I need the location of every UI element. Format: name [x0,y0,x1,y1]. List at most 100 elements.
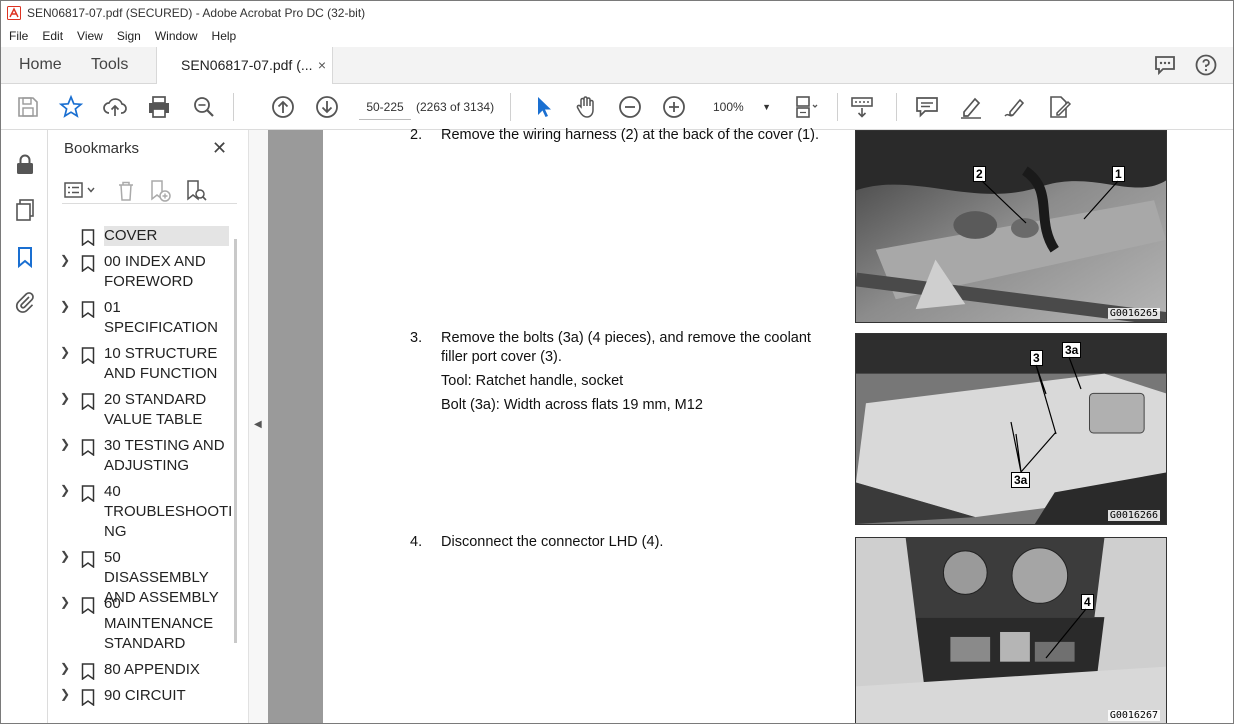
bookmark-label: 20 STANDARD VALUE TABLE [104,390,229,430]
chevron-right-icon[interactable]: ❯ [60,253,70,267]
bookmark-label-line: VALUE TABLE [104,411,203,428]
find-zoom-icon[interactable] [191,94,217,120]
close-panel-icon[interactable]: ✕ [212,138,227,159]
hand-tool-icon[interactable] [573,94,599,120]
bookmark-icon [81,393,95,410]
comment-icon[interactable] [914,94,940,120]
menu-edit[interactable]: Edit [34,29,69,43]
collapse-arrow-icon[interactable]: ◀ [254,419,262,430]
bookmark-icon [81,689,95,706]
pdf-page: 2. Remove the wiring harness (2) at the … [323,127,1233,723]
menu-view[interactable]: View [69,29,109,43]
title-bar: SEN06817-07.pdf (SECURED) - Adobe Acroba… [1,1,1233,25]
previous-page-icon[interactable] [270,94,296,120]
bookmark-options-icon[interactable] [64,180,98,200]
toolbar-separator [510,93,511,121]
panel-splitter[interactable]: ◀ [248,130,268,723]
step-text: Remove the bolts (3a) (4 pieces), and re… [441,329,841,415]
save-icon[interactable] [15,94,41,120]
bookmark-label: 40 TROUBLESHOOTI NG [104,482,233,542]
left-nav-pane [1,130,48,723]
chevron-right-icon[interactable]: ❯ [60,437,70,451]
tab-document-label: SEN06817-07.pdf (... [181,57,313,73]
page-thumbnails-icon[interactable] [13,198,37,222]
chevron-down-icon: ▼ [762,102,771,112]
bookmarks-toolbar [62,176,237,204]
help-icon[interactable] [1194,53,1218,77]
chevron-right-icon[interactable]: ❯ [60,549,70,563]
attachment-icon[interactable] [13,290,37,314]
new-bookmark-icon[interactable] [148,179,172,203]
step-line: Remove the bolts (3a) (4 pieces), and re… [441,330,811,365]
chevron-right-icon[interactable]: ❯ [60,391,70,405]
chevron-right-icon[interactable]: ❯ [60,687,70,701]
menu-file[interactable]: File [1,29,34,43]
menu-help[interactable]: Help [204,29,243,43]
bookmark-label-line: 10 STRUCTURE [104,345,218,362]
keyboard-scroll-icon[interactable] [849,94,875,120]
bookmark-label: 01 SPECIFICATION [104,298,229,338]
bookmark-label-line: NG [104,523,127,540]
highlight-pen-icon[interactable] [958,94,984,120]
figure-id: G0016265 [1107,308,1160,319]
bookmark-label: 80 APPENDIX [104,660,229,680]
chevron-right-icon[interactable]: ❯ [60,345,70,359]
zoom-in-icon[interactable] [661,94,687,120]
tab-home[interactable]: Home [19,47,62,83]
bookmarks-panel: Bookmarks ✕ COVER ❯ 00 INDEX AND FOREWORD ❯… [48,130,248,723]
document-viewer[interactable]: 2. Remove the wiring harness (2) at the … [268,127,1233,723]
toolbar-separator [233,93,234,121]
menu-sign[interactable]: Sign [109,29,147,43]
bookmark-icon [81,439,95,456]
draw-sign-icon[interactable] [1002,94,1028,120]
zoom-dropdown[interactable]: 100% ▼ [705,94,775,120]
chevron-right-icon[interactable]: ❯ [60,661,70,675]
bookmark-star-icon[interactable] [58,94,84,120]
zoom-out-icon[interactable] [617,94,643,120]
figure-id: G0016266 [1107,510,1160,521]
chevron-right-icon[interactable]: ❯ [60,299,70,313]
bookmark-label-line: 80 APPENDIX [104,661,200,678]
figure-id: G0016267 [1107,710,1160,721]
toolbar-separator [837,93,838,121]
bookmark-icon [81,301,95,318]
bookmark-label-line: 50 DISASSEMBLY [104,549,209,586]
find-bookmark-icon[interactable] [184,179,208,203]
tab-document[interactable]: SEN06817-07.pdf (... × [156,47,333,84]
bookmark-icon [81,229,95,246]
page-fit-icon[interactable] [793,94,819,120]
bookmark-label-line: 60 [104,595,121,612]
callout-leader-lines [1045,608,1087,659]
print-icon[interactable] [146,94,172,120]
callout-leader-lines [1010,356,1082,473]
lock-icon[interactable] [13,152,37,176]
acrobat-logo-icon [7,6,21,20]
figure-photo: 2 1 G0016265 [855,130,1167,323]
tab-close-icon[interactable]: × [318,47,326,83]
step-text: Disconnect the connector LHD (4). [441,533,841,552]
select-cursor-icon[interactable] [531,94,557,120]
next-page-icon[interactable] [314,94,340,120]
chevron-right-icon[interactable]: ❯ [60,595,70,609]
page-count: (2263 of 3134) [416,100,495,114]
edit-pdf-icon[interactable] [1046,94,1072,120]
comment-bubble-icon[interactable] [1153,53,1177,77]
upload-cloud-icon[interactable] [102,94,128,120]
step-line: Disconnect the connector LHD (4). [441,534,664,550]
bookmarks-panel-icon[interactable] [13,245,37,269]
bookmark-label-line: 40 [104,483,121,500]
chevron-right-icon[interactable]: ❯ [60,483,70,497]
bookmark-icon [81,255,95,272]
window-title: SEN06817-07.pdf (SECURED) - Adobe Acroba… [27,6,366,20]
delete-bookmark-icon[interactable] [116,180,136,202]
bookmark-label-line: FOREWORD [104,273,194,290]
page-number-input[interactable]: 50-225 [359,94,411,120]
menu-bar: File Edit View Sign Window Help [1,25,1233,47]
tab-tools[interactable]: Tools [91,47,128,83]
bookmark-label-line: STANDARD [104,635,186,652]
menu-window[interactable]: Window [147,29,204,43]
acrobat-window: SEN06817-07.pdf (SECURED) - Adobe Acroba… [0,0,1234,724]
bookmark-label-line: TROUBLESHOOTI [104,503,233,520]
bookmarks-scrollbar[interactable] [234,239,237,643]
zoom-value: 100% [713,100,744,114]
